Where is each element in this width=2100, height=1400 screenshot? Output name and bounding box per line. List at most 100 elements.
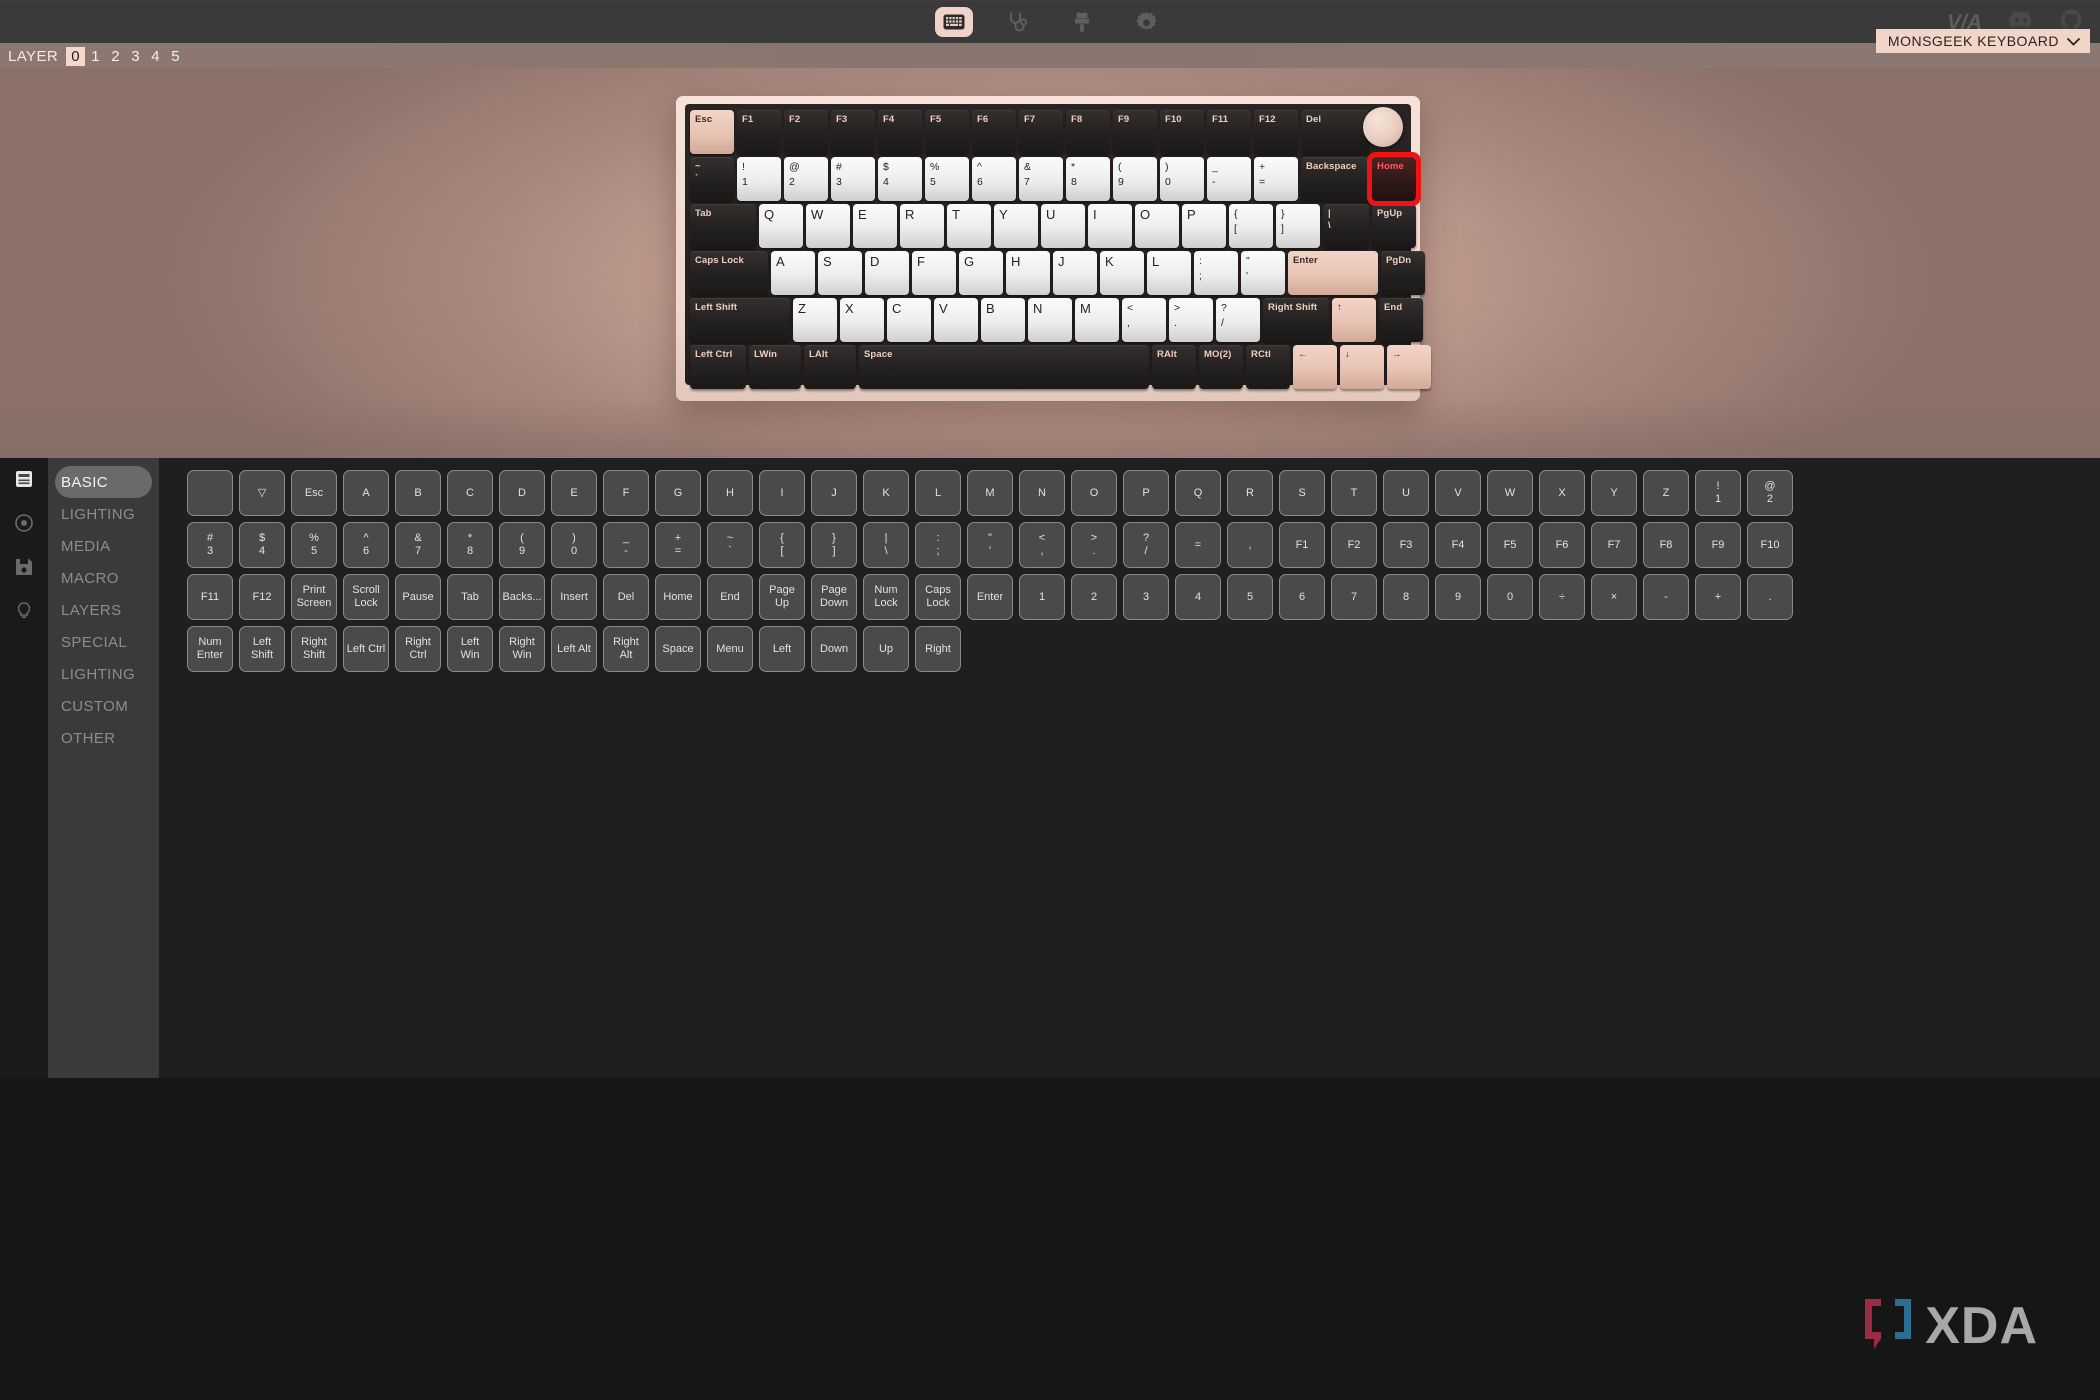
keyboard-key-h[interactable]: H (1006, 251, 1050, 295)
keyboard-key-)-0[interactable]: ) 0 (1160, 157, 1204, 201)
keyboard-key-f9[interactable]: F9 (1113, 110, 1157, 154)
keyboard-key-f3[interactable]: F3 (831, 110, 875, 154)
keycode-c[interactable]: C (447, 470, 493, 516)
record-icon[interactable] (13, 512, 35, 534)
keycode-.[interactable]: . (1747, 574, 1793, 620)
keycode-?-/[interactable]: ? / (1123, 522, 1169, 568)
keyboard-key-o[interactable]: O (1135, 204, 1179, 248)
keycode-right-shift[interactable]: Right Shift (291, 626, 337, 672)
keycode-insert[interactable]: Insert (551, 574, 597, 620)
keycode-p[interactable]: P (1123, 470, 1169, 516)
keyboard-key-i[interactable]: I (1088, 204, 1132, 248)
keycode-"-'[interactable]: " ' (967, 522, 1013, 568)
keyboard-key-pgdn[interactable]: PgDn (1381, 251, 1425, 295)
keycode-left-shift[interactable]: Left Shift (239, 626, 285, 672)
keycode-0[interactable]: 0 (1487, 574, 1533, 620)
keycode-~-`[interactable]: ~ ` (707, 522, 753, 568)
keycode-f11[interactable]: F11 (187, 574, 233, 620)
keycode-j[interactable]: J (811, 470, 857, 516)
keycode-n[interactable]: N (1019, 470, 1065, 516)
keycode-home[interactable]: Home (655, 574, 701, 620)
keycode-end[interactable]: End (707, 574, 753, 620)
keycode-@-2[interactable]: @ 2 (1747, 470, 1793, 516)
keyboard-key-backspace[interactable]: Backspace (1301, 157, 1369, 201)
menu-item-macro-3[interactable]: MACRO (48, 562, 159, 594)
keyboard-key-c[interactable]: C (887, 298, 931, 342)
keycode-)-0[interactable]: ) 0 (551, 522, 597, 568)
rotary-knob[interactable] (1363, 107, 1403, 147)
keyboard-key-f12[interactable]: F12 (1254, 110, 1298, 154)
keycode-8[interactable]: 8 (1383, 574, 1429, 620)
keycode-up[interactable]: Up (863, 626, 909, 672)
keycode-f7[interactable]: F7 (1591, 522, 1637, 568)
keyboard-key-k[interactable]: K (1100, 251, 1144, 295)
keycode-space[interactable]: Space (655, 626, 701, 672)
keycode-#-3[interactable]: # 3 (187, 522, 233, 568)
menu-item-special-5[interactable]: SPECIAL (48, 626, 159, 658)
keyboard-key-$-4[interactable]: $ 4 (878, 157, 922, 201)
keycode-9[interactable]: 9 (1435, 574, 1481, 620)
keyboard-key-#-3[interactable]: # 3 (831, 157, 875, 201)
keycode-,[interactable]: , (1227, 522, 1273, 568)
keyboard-key-<-,[interactable]: < , (1122, 298, 1166, 342)
keyboard-key-?-/[interactable]: ? / (1216, 298, 1260, 342)
keyboard-key-f8[interactable]: F8 (1066, 110, 1110, 154)
keyboard-key-+-=[interactable]: + = (1254, 157, 1298, 201)
keyboard-key-|-\[interactable]: | \ (1323, 204, 1369, 248)
keyboard-key-f4[interactable]: F4 (878, 110, 922, 154)
keycode-f1[interactable]: F1 (1279, 522, 1325, 568)
keyboard-key-v[interactable]: V (934, 298, 978, 342)
keycode-f8[interactable]: F8 (1643, 522, 1689, 568)
keyboard-key-a[interactable]: A (771, 251, 815, 295)
keycode-x[interactable]: X (1539, 470, 1585, 516)
keycode-^-6[interactable]: ^ 6 (343, 522, 389, 568)
keyboard-key-space[interactable]: Space (859, 345, 1149, 389)
keycode-menu[interactable]: Menu (707, 626, 753, 672)
keycode-f3[interactable]: F3 (1383, 522, 1429, 568)
save-icon[interactable] (13, 556, 35, 578)
keycode-backs...[interactable]: Backs... (499, 574, 545, 620)
keycode-print-screen[interactable]: Print Screen (291, 574, 337, 620)
keyboard-select-dropdown[interactable]: MONSGEEK KEYBOARD (1875, 29, 2090, 53)
keycode-4[interactable]: 4 (1175, 574, 1221, 620)
keycode-f5[interactable]: F5 (1487, 522, 1533, 568)
keycode-m[interactable]: M (967, 470, 1013, 516)
layer-button-2[interactable]: 2 (106, 47, 125, 66)
keyboard-key-r[interactable]: R (900, 204, 944, 248)
keyboard-key-j[interactable]: J (1053, 251, 1097, 295)
layer-button-4[interactable]: 4 (146, 47, 165, 66)
keyboard-key-b[interactable]: B (981, 298, 1025, 342)
layer-button-1[interactable]: 1 (86, 47, 105, 66)
keycode-&-7[interactable]: & 7 (395, 522, 441, 568)
keyboard-key-end[interactable]: End (1379, 298, 1423, 342)
keycode-tab[interactable]: Tab (447, 574, 493, 620)
keyboard-key-:-;[interactable]: : ; (1194, 251, 1238, 295)
keycode-7[interactable]: 7 (1331, 574, 1377, 620)
keyboard-key-"-'[interactable]: " ' (1241, 251, 1285, 295)
keyboard-key-pgup[interactable]: PgUp (1372, 204, 1416, 248)
keyboard-key-^-6[interactable]: ^ 6 (972, 157, 1016, 201)
keyboard-key-mo(2)[interactable]: MO(2) (1199, 345, 1243, 389)
keyboard-key-e[interactable]: E (853, 204, 897, 248)
keycode-3[interactable]: 3 (1123, 574, 1169, 620)
keycode-right-win[interactable]: Right Win (499, 626, 545, 672)
menu-item-media-2[interactable]: MEDIA (48, 530, 159, 562)
keyboard-key-_--[interactable]: _ - (1207, 157, 1251, 201)
keyboard-key->-.[interactable]: > . (1169, 298, 1213, 342)
keyboard-key-&-7[interactable]: & 7 (1019, 157, 1063, 201)
keyboard-key-*-8[interactable]: * 8 (1066, 157, 1110, 201)
keycode-num-lock[interactable]: Num Lock (863, 574, 909, 620)
keycode-f12[interactable]: F12 (239, 574, 285, 620)
keyboard-key-ralt[interactable]: RAlt (1152, 345, 1196, 389)
keycode-right[interactable]: Right (915, 626, 961, 672)
keycode-k[interactable]: K (863, 470, 909, 516)
keycode-right-ctrl[interactable]: Right Ctrl (395, 626, 441, 672)
keycode-r[interactable]: R (1227, 470, 1273, 516)
keyboard-key-l[interactable]: L (1147, 251, 1191, 295)
keycode-del[interactable]: Del (603, 574, 649, 620)
keycode-+[interactable]: + (1695, 574, 1741, 620)
keycode-pause[interactable]: Pause (395, 574, 441, 620)
keycode-f2[interactable]: F2 (1331, 522, 1377, 568)
keycode-left[interactable]: Left (759, 626, 805, 672)
keycode-num-enter[interactable]: Num Enter (187, 626, 233, 672)
